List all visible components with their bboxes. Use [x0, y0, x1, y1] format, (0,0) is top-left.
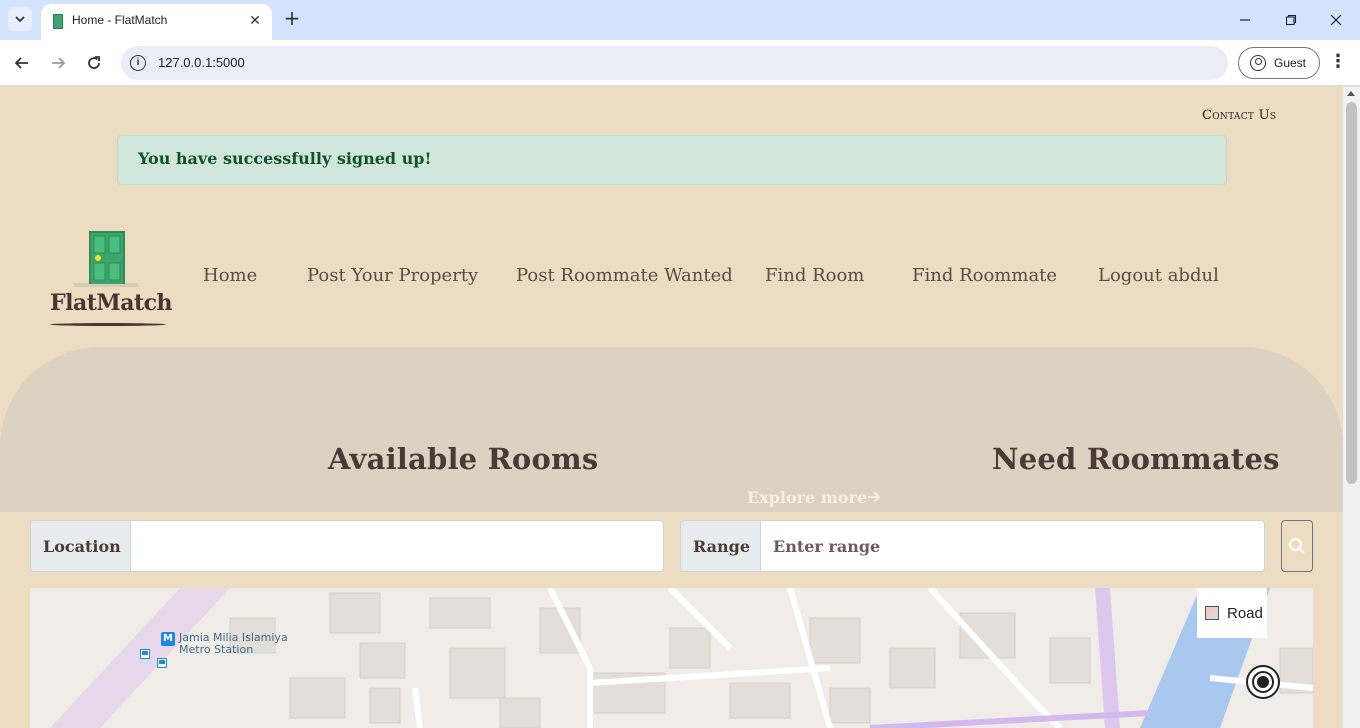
success-alert: You have successfully signed up!: [117, 135, 1227, 185]
door-icon: [74, 231, 138, 287]
range-label: Range: [680, 520, 760, 572]
page-scrollbar[interactable]: [1343, 87, 1360, 728]
door-icon: [53, 14, 63, 29]
scroll-up-arrow-icon[interactable]: [1347, 91, 1355, 96]
nav-post-your-property[interactable]: Post Your Property: [307, 265, 478, 286]
need-roommates-heading[interactable]: Need Roommates: [992, 442, 1280, 476]
profile-label: Guest: [1274, 56, 1307, 70]
arrow-right-icon: [868, 491, 881, 503]
nav-find-roommate[interactable]: Find Roommate: [912, 265, 1057, 286]
nav-post-roommate-wanted[interactable]: Post Roommate Wanted: [516, 265, 733, 286]
tab-search-button[interactable]: [8, 7, 32, 31]
range-input-group: Range: [680, 520, 1265, 572]
forward-button[interactable]: [45, 50, 71, 76]
browser-toolbar: i 127.0.0.1:5000 Guest ⋮: [0, 40, 1360, 86]
browser-tab-bar: Home - FlatMatch ✕ +: [0, 0, 1360, 40]
nav-home[interactable]: Home: [203, 265, 257, 286]
bus-stop-icon: [157, 658, 167, 668]
logo-underline: [50, 323, 166, 326]
scrollbar-thumb[interactable]: [1346, 102, 1357, 484]
explore-more-label: Explore more: [747, 488, 868, 507]
back-button[interactable]: [9, 50, 35, 76]
address-bar[interactable]: i 127.0.0.1:5000: [121, 46, 1228, 80]
nav-find-room[interactable]: Find Room: [765, 265, 864, 286]
reload-icon: [88, 56, 100, 69]
address-url[interactable]: 127.0.0.1:5000: [158, 55, 245, 70]
restore-button[interactable]: [1276, 8, 1306, 32]
page-viewport: Contact Us You have successfully signed …: [0, 87, 1343, 728]
available-rooms-heading[interactable]: Available Rooms: [328, 442, 598, 476]
search-icon: [1289, 538, 1305, 554]
map[interactable]: M Jamia Milia Islamiya Metro Station Roa…: [30, 588, 1313, 728]
browser-tab-active[interactable]: Home - FlatMatch ✕: [41, 4, 272, 40]
person-icon: [1250, 55, 1266, 71]
metro-station-label: Jamia Milia Islamiya Metro Station: [179, 632, 288, 656]
location-input[interactable]: [130, 520, 664, 572]
search-button[interactable]: [1281, 520, 1313, 572]
close-icon: [1330, 14, 1342, 26]
road-map-icon: [1205, 606, 1219, 620]
success-alert-text: You have successfully signed up!: [138, 149, 432, 168]
kebab-icon[interactable]: ⋮: [1328, 52, 1348, 74]
restore-icon: [1285, 14, 1297, 26]
logo-wordmark: FlatMatch: [50, 290, 173, 316]
profile-button[interactable]: Guest: [1238, 47, 1320, 79]
map-tiles: [30, 588, 1313, 728]
site-logo[interactable]: FlatMatch: [48, 230, 173, 330]
forward-arrow-icon: [52, 57, 66, 69]
location-input-group: Location: [30, 520, 664, 572]
close-window-button[interactable]: [1321, 8, 1351, 32]
locate-me-button[interactable]: [1246, 665, 1280, 699]
locate-icon: [1257, 676, 1269, 688]
metro-station-name-line2: Metro Station: [179, 643, 254, 656]
chevron-down-icon: [15, 16, 25, 23]
close-icon[interactable]: ✕: [246, 12, 264, 30]
reload-button[interactable]: [81, 50, 107, 76]
map-road-toggle[interactable]: Road: [1197, 588, 1267, 638]
contact-us-link[interactable]: Contact Us: [1202, 108, 1276, 123]
nav-logout[interactable]: Logout abdul: [1098, 265, 1219, 286]
minimize-icon: [1240, 19, 1250, 21]
bus-stop-icon: [140, 649, 150, 659]
explore-more-link[interactable]: Explore more: [747, 488, 881, 507]
back-arrow-icon: [14, 57, 28, 69]
metro-station-icon[interactable]: M: [161, 632, 175, 646]
minimize-button[interactable]: [1230, 8, 1260, 32]
new-tab-button[interactable]: +: [282, 8, 302, 29]
range-input[interactable]: [760, 520, 1265, 572]
hero-section: Available Rooms Need Roommates Explore m…: [0, 347, 1343, 512]
map-road-label: Road: [1227, 604, 1263, 622]
tab-title: Home - FlatMatch: [72, 13, 168, 27]
info-icon[interactable]: i: [130, 55, 146, 71]
location-label: Location: [30, 520, 130, 572]
